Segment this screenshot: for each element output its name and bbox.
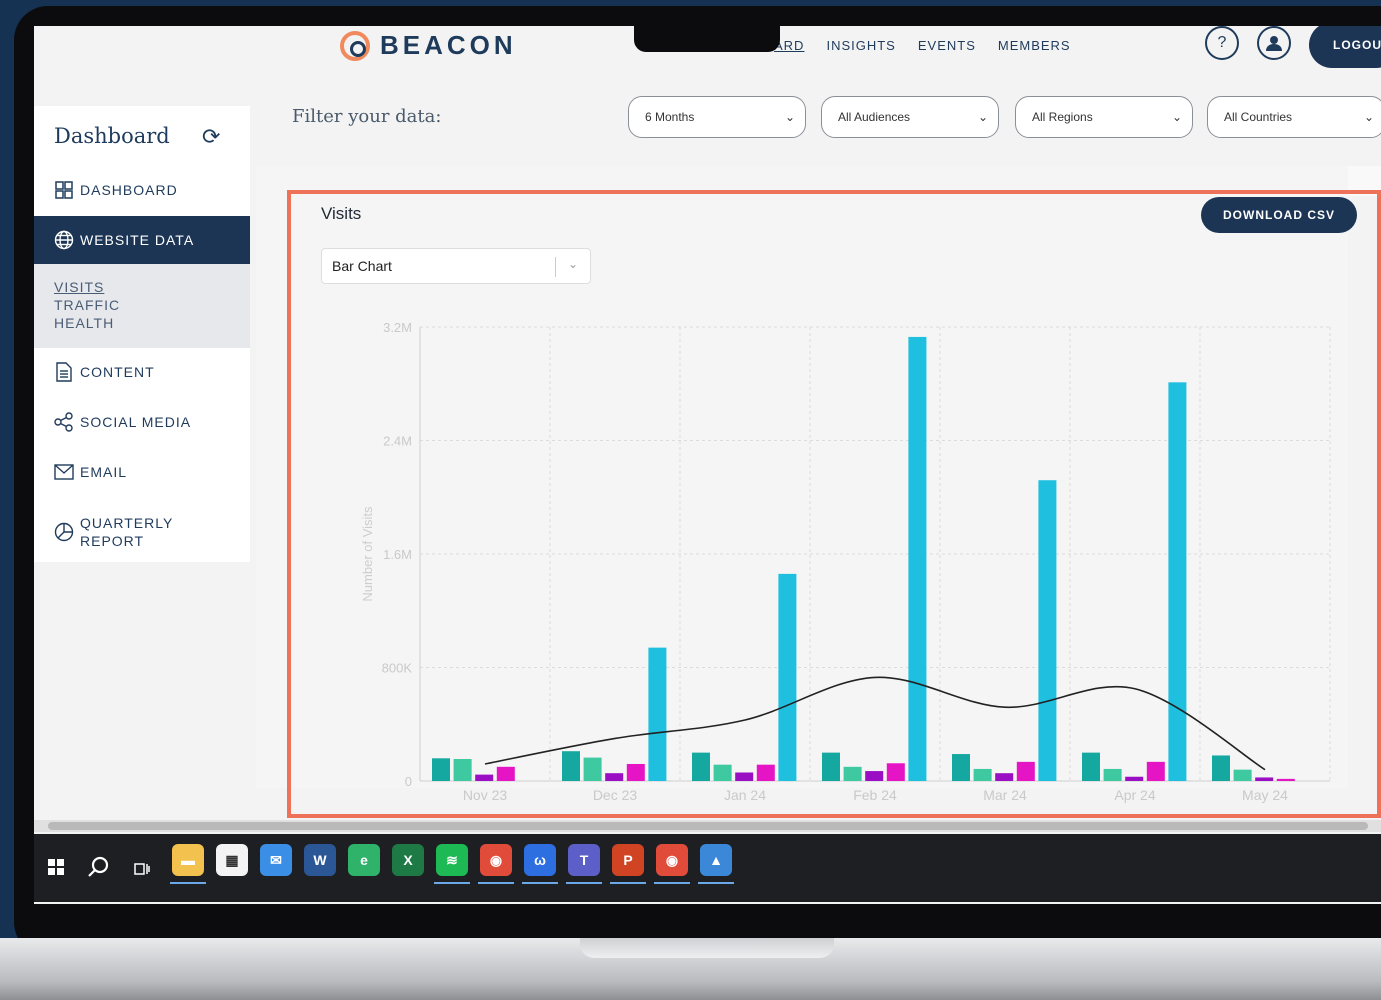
scrollbar-thumb[interactable] (48, 822, 1368, 830)
bar (843, 766, 862, 781)
bar (865, 771, 884, 781)
bar (952, 754, 970, 781)
bar (692, 752, 710, 781)
bar (886, 763, 905, 781)
bar (583, 757, 602, 781)
bar (1082, 752, 1100, 781)
bar (475, 774, 494, 781)
x-tick-label: Jan 24 (724, 787, 766, 803)
webex-icon[interactable]: ω (522, 844, 558, 884)
bar (908, 336, 927, 781)
store-icon[interactable]: ▦ (216, 844, 248, 876)
x-tick-label: Mar 24 (983, 787, 1027, 803)
photos-icon[interactable]: ▲ (698, 844, 734, 884)
x-tick-label: Nov 23 (463, 787, 508, 803)
chrome-active-icon[interactable]: ◉ (654, 844, 690, 884)
bar (626, 763, 645, 781)
bar (756, 764, 775, 781)
bar (1103, 768, 1122, 781)
bar (453, 759, 472, 781)
search-icon[interactable] (88, 856, 110, 884)
y-tick-label: 800K (382, 661, 413, 676)
x-tick-label: Dec 23 (593, 787, 638, 803)
chrome-icon[interactable]: ◉ (478, 844, 514, 884)
powerpoint-icon[interactable]: P (610, 844, 646, 884)
bar (605, 773, 624, 781)
bar (1016, 761, 1035, 781)
x-tick-label: Feb 24 (853, 787, 897, 803)
bar (1146, 761, 1165, 781)
teams-icon[interactable]: T (566, 844, 602, 884)
word-icon[interactable]: W (304, 844, 336, 876)
laptop-hinge-notch (580, 938, 834, 958)
y-tick-label: 0 (405, 774, 412, 789)
bar (995, 773, 1014, 781)
bar (973, 768, 992, 781)
bar (1233, 769, 1252, 781)
bar (1212, 755, 1230, 781)
bar (713, 764, 732, 781)
windows-start-icon[interactable] (48, 858, 64, 881)
bar (1255, 777, 1274, 781)
excel-icon[interactable]: X (392, 844, 424, 876)
bar (1168, 382, 1187, 781)
bar (1276, 778, 1295, 781)
bar (648, 647, 667, 781)
y-tick-label: 1.6M (383, 547, 412, 562)
bar (496, 766, 515, 781)
bar (562, 751, 580, 781)
bar (1038, 480, 1057, 781)
task-view-icon[interactable] (134, 860, 150, 883)
mail-icon[interactable]: ✉ (260, 844, 292, 876)
y-tick-label: 2.4M (383, 434, 412, 449)
bar (778, 573, 797, 781)
horizontal-scrollbar[interactable] (34, 820, 1381, 832)
x-tick-label: Apr 24 (1114, 787, 1155, 803)
windows-taskbar: ▬ ▦ ✉ We X ≋ ◉ ω T P ◉ ▲ (34, 834, 1381, 902)
edge-icon[interactable]: e (348, 844, 380, 876)
y-tick-label: 3.2M (383, 320, 412, 335)
file-explorer-icon[interactable]: ▬ (170, 844, 206, 884)
bar (822, 752, 840, 781)
bar (432, 758, 450, 781)
x-tick-label: May 24 (1242, 787, 1288, 803)
camera-notch (634, 26, 780, 52)
spotify-icon[interactable]: ≋ (434, 844, 470, 884)
bar (735, 772, 754, 781)
trend-line (484, 676, 1266, 771)
y-axis-label: Number of Visits (360, 506, 375, 602)
bar (1125, 776, 1144, 781)
